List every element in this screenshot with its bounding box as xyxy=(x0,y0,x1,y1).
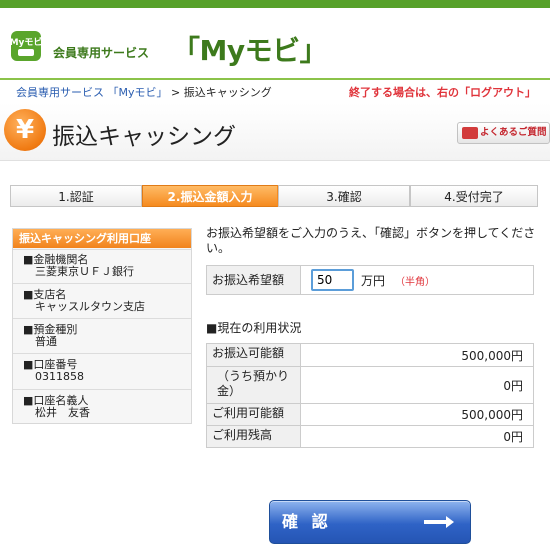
mymobi-logo-icon: Myモビ xyxy=(10,31,42,61)
arrow-right-icon xyxy=(424,516,454,528)
faq-button-label: よくあるご質問 xyxy=(480,127,547,138)
breadcrumb-separator: > xyxy=(171,86,181,99)
confirm-button-label: 確 認 xyxy=(282,512,332,531)
page-title: 振込キャッシング xyxy=(52,124,236,150)
top-accent-bar xyxy=(0,0,550,8)
status-value: 500,000円 xyxy=(461,408,523,422)
type-value: 普通 xyxy=(35,335,57,348)
status-value: 0円 xyxy=(503,378,523,393)
number-value: 0311858 xyxy=(35,370,84,383)
breadcrumb-current: 振込キャッシング xyxy=(183,86,272,99)
book-icon xyxy=(462,127,478,139)
bank-value: 三菱東京ＵＦＪ銀行 xyxy=(35,265,134,278)
holder-value: 松井 友香 xyxy=(35,406,90,419)
status-label: ご利用可能額 xyxy=(207,404,301,425)
status-label: お振込可能額 xyxy=(207,344,301,366)
amount-input[interactable] xyxy=(311,269,354,291)
site-header: Myモビ 会員専用サービス 「Myモビ」 xyxy=(0,8,550,74)
step-amount-input: 2.振込金額入力 xyxy=(142,185,278,207)
step-authentication: 1.認証 xyxy=(10,185,142,207)
svg-text:Myモビ: Myモビ xyxy=(10,36,42,48)
logout-notice: 終了する場合は、右の「ログアウト」 xyxy=(349,86,536,99)
breadcrumb-home-link[interactable]: 会員専用サービス 「Myモビ」 xyxy=(16,86,168,99)
table-row: ご利用可能額 500,000円 xyxy=(207,403,533,425)
progress-steps: 1.認証 2.振込金額入力 3.確認 4.受付完了 xyxy=(10,185,538,207)
status-label: ご利用残高 xyxy=(207,426,301,447)
table-row: ご利用残高 0円 xyxy=(207,425,533,447)
account-branch: ■支店名 キャッスルタウン支店 xyxy=(13,283,191,318)
table-row: （うち預かり金） 0円 xyxy=(207,366,533,403)
brand-title: 「Myモビ」 xyxy=(172,34,328,67)
status-table: お振込可能額 500,000円 （うち預かり金） 0円 ご利用可能額 500,0… xyxy=(206,343,534,448)
amount-unit: 万円 xyxy=(361,274,386,288)
brand-subtitle: 会員専用サービス xyxy=(53,46,150,60)
step-complete: 4.受付完了 xyxy=(410,185,538,207)
status-value: 500,000円 xyxy=(461,348,523,363)
status-label: （うち預かり金） xyxy=(207,367,301,403)
account-holder: ■口座名義人 松井 友香 xyxy=(13,389,191,423)
amount-row: お振込希望額 万円 （半角） xyxy=(206,265,534,295)
half-width-hint: （半角） xyxy=(395,277,435,288)
status-heading: ■現在の利用状況 xyxy=(206,321,302,335)
branch-value: キャッスルタウン支店 xyxy=(35,300,145,313)
account-number: ■口座番号 0311858 xyxy=(13,353,191,389)
step-confirm: 3.確認 xyxy=(278,185,410,207)
faq-button[interactable]: よくあるご質問 xyxy=(457,122,550,144)
table-row: お振込可能額 500,000円 xyxy=(207,344,533,366)
breadcrumb: 会員専用サービス 「Myモビ」 > 振込キャッシング 終了する場合は、右の「ログ… xyxy=(0,78,550,100)
account-bank: ■金融機関名 三菱東京ＵＦＪ銀行 xyxy=(13,249,191,283)
account-panel: 振込キャッシング利用口座 ■金融機関名 三菱東京ＵＦＪ銀行 ■支店名 キャッスル… xyxy=(12,228,192,424)
confirm-button[interactable]: 確 認 xyxy=(269,500,471,544)
status-value: 0円 xyxy=(503,430,523,444)
amount-label: お振込希望額 xyxy=(207,266,301,294)
instruction-text: お振込希望額をご入力のうえ、「確認」ボタンを押してください。 xyxy=(206,226,536,255)
breadcrumb-trail: 会員専用サービス 「Myモビ」 > 振込キャッシング xyxy=(16,84,272,100)
account-type: ■預金種別 普通 xyxy=(13,318,191,353)
account-panel-heading: 振込キャッシング利用口座 xyxy=(13,229,191,248)
yen-icon: ¥ xyxy=(4,109,46,151)
